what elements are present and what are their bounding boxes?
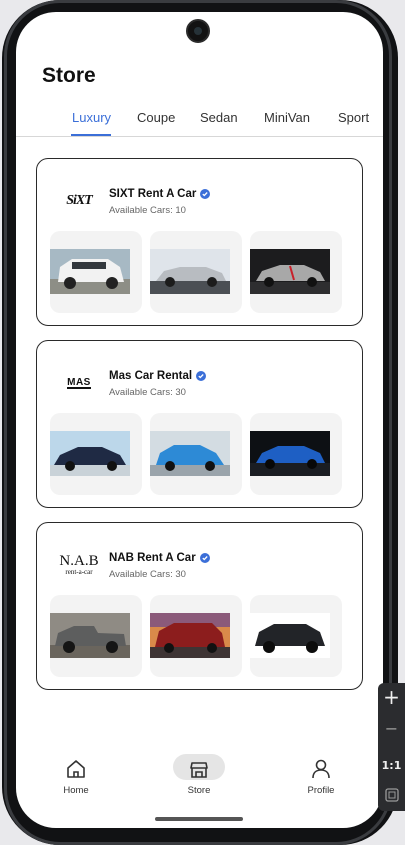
screenshot-icon[interactable] [378,787,405,806]
available-cars-count: Available Cars: 30 [109,387,186,398]
verified-badge-icon [196,370,207,381]
red-minivan-image [150,613,230,658]
home-icon [67,760,85,778]
nav-profile[interactable]: Profile [286,756,356,806]
zoom-out-icon[interactable]: − [378,719,405,738]
tab-sport[interactable]: Sport [338,110,369,125]
store-name: SIXT Rent A Car [109,188,211,200]
zoom-actual-size[interactable]: 1:1 [378,759,405,772]
tab-luxury[interactable]: Luxury [72,110,111,125]
nav-store-label: Store [187,785,211,796]
blue-hatchback-image [150,431,230,476]
store-name: Mas Car Rental [109,370,207,382]
dark-blue-sedan-image [50,431,130,476]
nab-logo: N.A.B rent-a-car [59,553,99,577]
nav-profile-label: Profile [307,785,335,796]
tabs-divider [16,136,383,137]
car-tile[interactable] [150,413,242,495]
device-background: Store Luxury Coupe Sedan MiniVan Sport S… [0,0,405,845]
tab-sedan[interactable]: Sedan [200,110,238,125]
nav-store[interactable]: Store [164,756,234,806]
car-tile[interactable] [50,413,142,495]
nav-home[interactable]: Home [41,756,111,806]
category-tabs: Luxury Coupe Sedan MiniVan Sport [16,108,383,138]
front-camera [186,19,210,43]
available-cars-count: Available Cars: 10 [109,205,186,216]
tab-coupe[interactable]: Coupe [137,110,175,125]
gesture-home-bar[interactable] [155,817,243,821]
grey-pickup-image [50,613,130,658]
available-cars-count: Available Cars: 30 [109,569,186,580]
zoom-in-icon[interactable]: + [378,685,405,709]
verified-badge-icon [200,188,211,199]
car-gallery [50,231,350,313]
car-tile[interactable] [250,595,342,677]
car-tile[interactable] [50,595,142,677]
store-card-nab[interactable]: N.A.B rent-a-car NAB Rent A Car Availabl… [36,522,363,690]
car-gallery [50,595,350,677]
emulator-side-panel: + − 1:1 [378,683,405,811]
store-card-sixt[interactable]: SiXT SIXT Rent A Car Available Cars: 10 [36,158,363,326]
silver-convertible-image [150,249,230,294]
verified-badge-icon [199,552,210,563]
black-suv-image [250,613,330,658]
white-suv-image [50,249,130,294]
car-tile[interactable] [150,595,242,677]
store-icon [190,762,208,778]
sixt-logo: SiXT [66,193,93,208]
profile-icon [312,759,330,779]
store-name: NAB Rent A Car [109,552,210,564]
tab-minivan[interactable]: MiniVan [264,110,310,125]
silver-sports-car-image [250,249,330,294]
car-tile[interactable] [150,231,242,313]
car-tile[interactable] [250,231,342,313]
nav-home-label: Home [63,785,89,796]
page-title: Store [42,64,96,87]
car-tile[interactable] [250,413,342,495]
car-tile[interactable] [50,231,142,313]
mas-logo: MAS [67,376,91,389]
blue-sedan-image [250,431,330,476]
store-card-mas[interactable]: MAS Mas Car Rental Available Cars: 30 [36,340,363,508]
app-screen: Store Luxury Coupe Sedan MiniVan Sport S… [16,12,383,828]
bottom-navigation: Home Store Profile [16,742,383,828]
car-gallery [50,413,350,495]
